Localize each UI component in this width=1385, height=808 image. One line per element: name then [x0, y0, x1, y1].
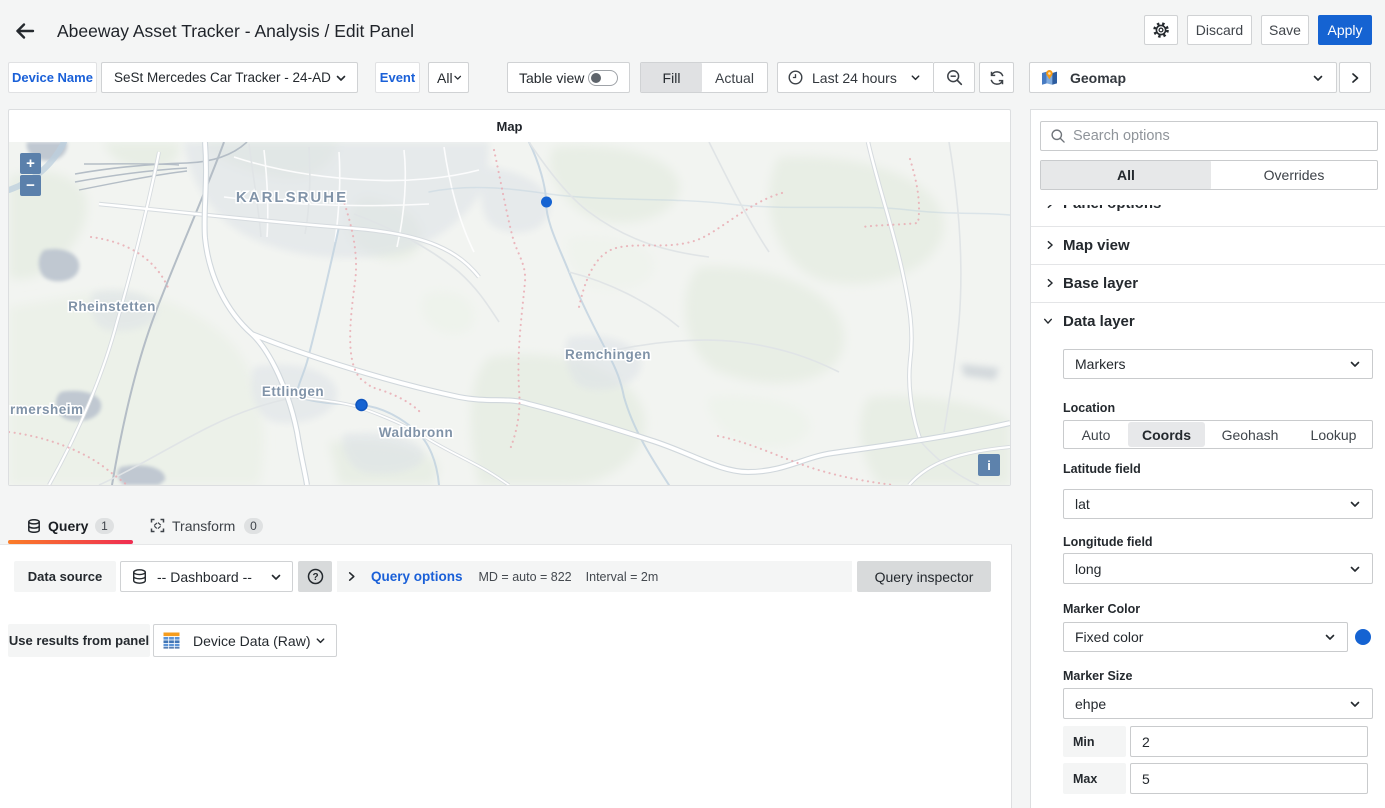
svg-text:Remchingen: Remchingen	[565, 347, 651, 362]
svg-text:Waldbronn: Waldbronn	[379, 425, 454, 440]
svg-text:Ettlingen: Ettlingen	[262, 384, 324, 399]
svg-text:rmersheim: rmersheim	[10, 402, 84, 417]
svg-text:Rheinstetten: Rheinstetten	[68, 299, 156, 314]
svg-text:?: ?	[312, 572, 318, 583]
svg-text:KARLSRUHE: KARLSRUHE	[236, 189, 348, 206]
